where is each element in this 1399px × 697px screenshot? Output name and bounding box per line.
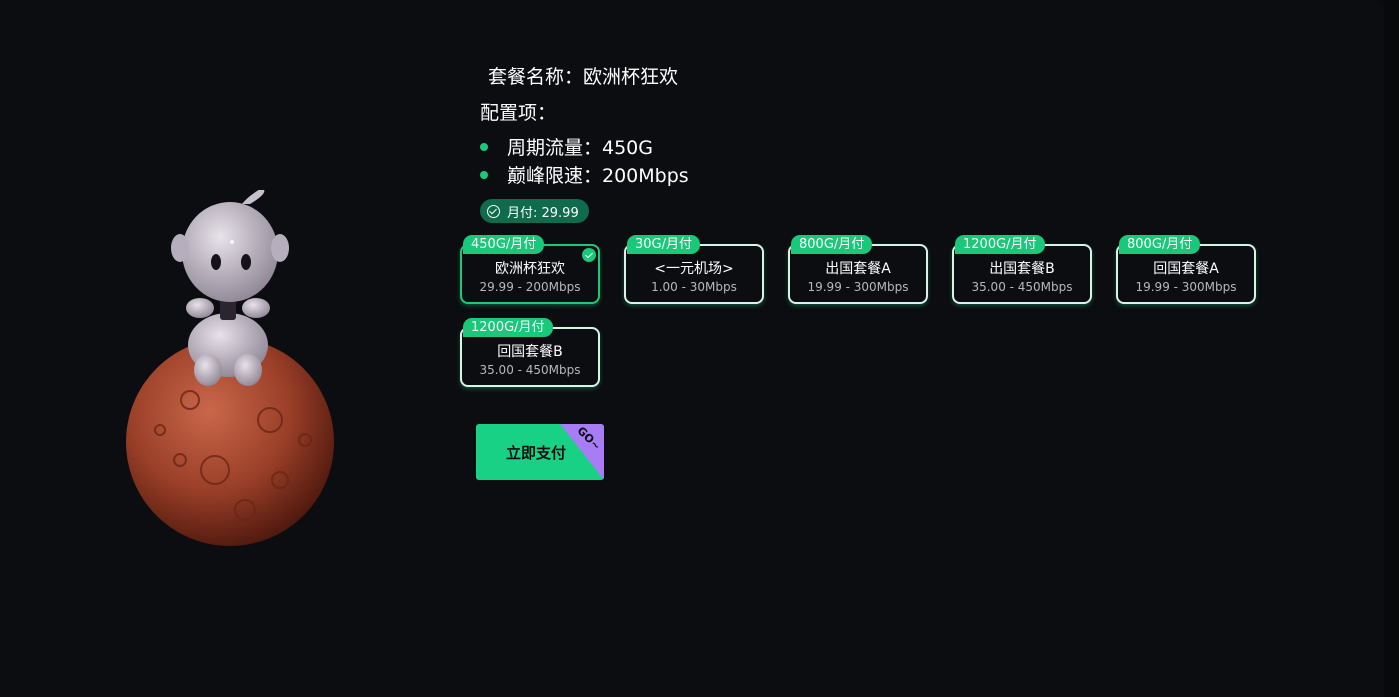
feature-item: 周期流量：450G xyxy=(480,133,653,160)
billing-period-pill[interactable]: 月付: 29.99 xyxy=(480,199,589,223)
astronaut-on-planet-illustration xyxy=(126,190,334,546)
plan-traffic-tag: 800G/月付 xyxy=(1119,235,1201,254)
plan-name: 回国套餐A xyxy=(1153,261,1219,277)
plan-price-speed: 19.99 - 300Mbps xyxy=(1135,280,1237,294)
plan-name: <一元机场> xyxy=(654,261,734,277)
plan-traffic-tag: 1200G/月付 xyxy=(955,235,1045,254)
plan-card[interactable]: 1200G/月付 回国套餐B 35.00 - 450Mbps xyxy=(460,318,600,387)
plan-card[interactable]: 800G/月付 出国套餐A 19.99 - 300Mbps xyxy=(788,235,928,304)
window-edge xyxy=(1384,0,1399,697)
plan-price-speed: 1.00 - 30Mbps xyxy=(651,280,737,294)
plan-traffic-tag: 1200G/月付 xyxy=(463,318,553,337)
plan-name: 出国套餐B xyxy=(989,261,1055,277)
package-title: 套餐名称：欧洲杯狂欢 xyxy=(488,66,679,88)
plan-name: 出国套餐A xyxy=(825,261,891,277)
config-label: 配置项： xyxy=(480,102,557,124)
feature-item: 巅峰限速：200Mbps xyxy=(480,161,689,188)
pay-now-label: 立即支付 xyxy=(505,443,566,462)
bullet-icon xyxy=(480,142,488,151)
plan-price-speed: 29.99 - 200Mbps xyxy=(479,280,581,294)
pay-now-button[interactable]: 立即支付 GO~ xyxy=(476,424,604,480)
check-circle-icon xyxy=(487,204,500,218)
plan-price-speed: 35.00 - 450Mbps xyxy=(479,363,581,377)
plan-name: 欧洲杯狂欢 xyxy=(495,261,565,277)
plan-card[interactable]: 450G/月付 欧洲杯狂欢 29.99 - 200Mbps xyxy=(460,235,600,304)
plan-price-speed: 19.99 - 300Mbps xyxy=(807,280,909,294)
plan-card[interactable]: 30G/月付 <一元机场> 1.00 - 30Mbps xyxy=(624,235,764,304)
billing-period-label: 月付: 29.99 xyxy=(507,205,579,221)
feature-text: 周期流量：450G xyxy=(507,137,653,159)
plan-name: 回国套餐B xyxy=(497,344,563,360)
plan-price-speed: 35.00 - 450Mbps xyxy=(971,280,1073,294)
feature-text: 巅峰限速：200Mbps xyxy=(507,165,689,187)
checkout-card: 套餐名称：欧洲杯狂欢 配置项： 周期流量：450G 巅峰限速：200Mbps 月… xyxy=(0,0,1384,697)
plan-traffic-tag: 800G/月付 xyxy=(791,235,873,254)
plan-card[interactable]: 1200G/月付 出国套餐B 35.00 - 450Mbps xyxy=(952,235,1092,304)
plan-traffic-tag: 450G/月付 xyxy=(463,235,545,254)
bullet-icon xyxy=(480,170,488,179)
plan-traffic-tag: 30G/月付 xyxy=(627,235,700,254)
plan-card[interactable]: 800G/月付 回国套餐A 19.99 - 300Mbps xyxy=(1116,235,1256,304)
